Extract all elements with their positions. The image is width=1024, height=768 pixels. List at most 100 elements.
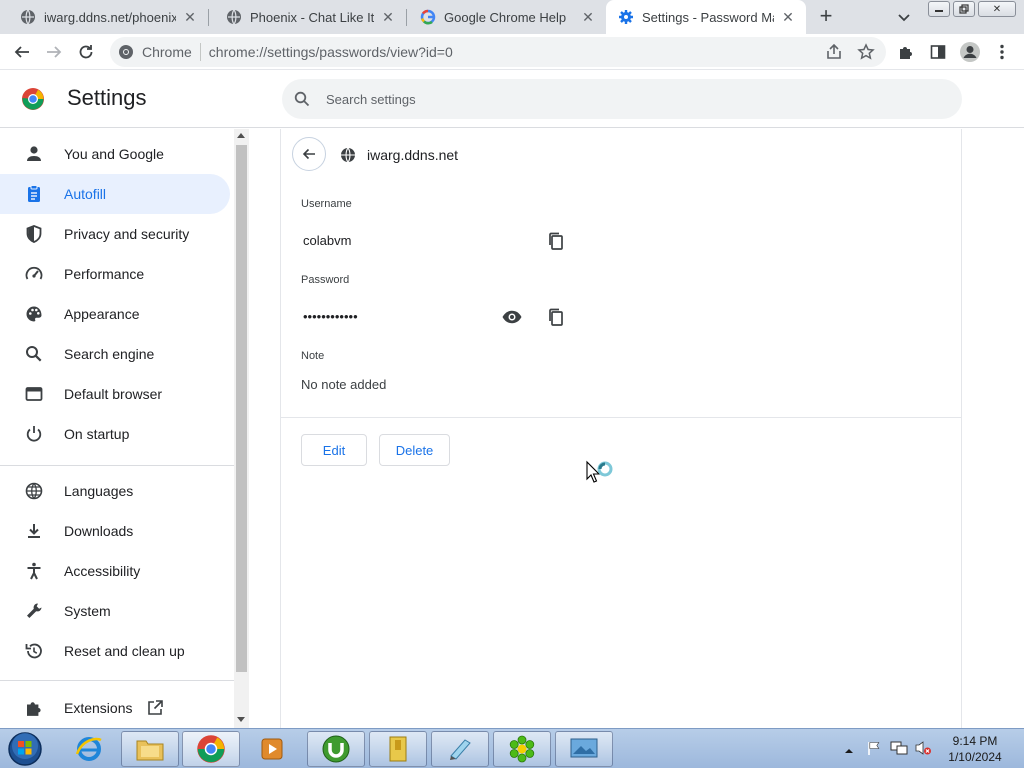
- taskbar-clock[interactable]: 9:14 PM 1/10/2024: [940, 733, 1010, 765]
- tab-iwarg[interactable]: iwarg.ddns.net/phoenix/p ✕: [0, 0, 208, 34]
- copy-password-icon[interactable]: [544, 305, 568, 329]
- sidebar-item-search-engine[interactable]: Search engine: [0, 334, 230, 374]
- sidebar-item-you-and-google[interactable]: You and Google: [0, 134, 230, 174]
- extensions-puzzle-icon[interactable]: [894, 40, 918, 64]
- icq-flower-icon[interactable]: [493, 731, 551, 767]
- site-chip-label: Chrome: [142, 44, 192, 60]
- person-icon: [24, 144, 44, 164]
- note-label: Note: [301, 350, 325, 362]
- url-text[interactable]: chrome://settings/passwords/view?id=0: [209, 44, 453, 60]
- speedometer-icon: [24, 264, 44, 284]
- site-name: iwarg.ddns.net: [367, 147, 459, 163]
- tab-phoenix[interactable]: Phoenix - Chat Like It's 19 ✕: [208, 0, 406, 34]
- sidebar-item-label: Default browser: [64, 386, 163, 402]
- sidebar-item-languages[interactable]: Languages: [0, 471, 230, 511]
- power-icon: [24, 424, 44, 444]
- close-icon[interactable]: ✕: [780, 9, 796, 25]
- action-center-flag-icon[interactable]: [866, 740, 882, 761]
- sidebar-scrollbar[interactable]: [234, 129, 249, 728]
- utorrent-icon[interactable]: [307, 731, 365, 767]
- settings-sidebar: You and Google Autofill Privacy and secu…: [0, 129, 234, 728]
- gear-icon: [618, 9, 634, 25]
- tab-settings[interactable]: Settings - Password Mana ✕: [606, 0, 806, 34]
- sidebar-item-performance[interactable]: Performance: [0, 254, 230, 294]
- sidebar-item-label: On startup: [64, 426, 130, 442]
- forward-arrow-icon[interactable]: [42, 40, 66, 64]
- open-in-new-icon[interactable]: [146, 699, 164, 717]
- show-password-eye-icon[interactable]: [500, 305, 524, 329]
- google-icon: [420, 9, 436, 25]
- back-arrow-icon[interactable]: [10, 40, 34, 64]
- side-panel-icon[interactable]: [926, 40, 950, 64]
- browser-window-icon: [24, 384, 44, 404]
- delete-button[interactable]: Delete: [379, 434, 450, 466]
- scroll-thumb[interactable]: [236, 145, 247, 672]
- tab-chrome-help[interactable]: Google Chrome Help ✕: [406, 0, 606, 34]
- windows-start-icon[interactable]: [6, 731, 44, 767]
- file-explorer-icon[interactable]: [121, 731, 179, 767]
- network-icon[interactable]: [890, 740, 908, 761]
- display-settings-icon[interactable]: [555, 731, 613, 767]
- internet-explorer-icon[interactable]: [60, 731, 118, 767]
- settings-header: Settings: [0, 70, 1024, 128]
- scroll-up-arrow[interactable]: [237, 133, 245, 138]
- password-value: ••••••••••••: [303, 309, 358, 324]
- puzzle-icon: [24, 698, 44, 718]
- bookmark-star-icon[interactable]: [854, 40, 878, 64]
- username-value: colabvm: [303, 233, 352, 248]
- accessibility-icon: [24, 561, 44, 581]
- palette-icon: [24, 304, 44, 324]
- edit-button[interactable]: Edit: [301, 434, 367, 466]
- sidebar-item-extensions[interactable]: Extensions: [0, 688, 230, 728]
- page-title: Settings: [67, 85, 147, 110]
- copy-username-icon[interactable]: [544, 229, 568, 253]
- close-icon[interactable]: ✕: [182, 9, 198, 25]
- chevron-down-icon[interactable]: [894, 7, 914, 27]
- archive-tool-icon[interactable]: [369, 731, 427, 767]
- back-button[interactable]: [292, 137, 326, 171]
- share-icon[interactable]: [822, 40, 846, 64]
- restore-icon: [24, 641, 44, 661]
- download-icon: [24, 521, 44, 541]
- sidebar-divider: [0, 680, 234, 681]
- kebab-menu-icon[interactable]: [990, 40, 1014, 64]
- scroll-down-arrow[interactable]: [237, 717, 245, 722]
- search-settings-box[interactable]: [282, 79, 962, 119]
- media-player-icon[interactable]: [243, 731, 301, 767]
- chrome-icon: [118, 44, 134, 60]
- new-tab-button[interactable]: +: [814, 5, 838, 29]
- sidebar-item-label: Privacy and security: [64, 226, 190, 242]
- show-hidden-icons-arrow-icon[interactable]: [844, 743, 854, 761]
- volume-muted-icon[interactable]: [914, 740, 932, 761]
- close-icon[interactable]: ✕: [380, 9, 396, 25]
- profile-avatar-icon[interactable]: [958, 40, 982, 64]
- windows-taskbar: 9:14 PM 1/10/2024: [0, 728, 1024, 768]
- sidebar-item-reset[interactable]: Reset and clean up: [0, 631, 230, 671]
- chrome-logo-icon: [21, 87, 45, 111]
- sidebar-item-appearance[interactable]: Appearance: [0, 294, 230, 334]
- sidebar-item-default-browser[interactable]: Default browser: [0, 374, 230, 414]
- minimize-button[interactable]: [928, 1, 950, 17]
- chrome-taskbar-icon[interactable]: [182, 731, 240, 767]
- sidebar-item-autofill[interactable]: Autofill: [0, 174, 230, 214]
- reload-icon[interactable]: [74, 40, 98, 64]
- sidebar-item-downloads[interactable]: Downloads: [0, 511, 230, 551]
- wrench-icon: [24, 601, 44, 621]
- search-input[interactable]: [326, 91, 926, 107]
- restore-button[interactable]: [953, 1, 975, 17]
- notepad-icon[interactable]: [431, 731, 489, 767]
- sidebar-divider: [0, 465, 234, 466]
- site-chip[interactable]: Chrome: [110, 44, 192, 60]
- sidebar-item-accessibility[interactable]: Accessibility: [0, 551, 230, 591]
- sidebar-item-label: Appearance: [64, 306, 140, 322]
- sidebar-item-system[interactable]: System: [0, 591, 230, 631]
- address-bar[interactable]: Chrome chrome://settings/passwords/view?…: [110, 37, 886, 67]
- sidebar-item-on-startup[interactable]: On startup: [0, 414, 230, 454]
- close-window-button[interactable]: ✕: [978, 1, 1016, 17]
- browser-toolbar: Chrome chrome://settings/passwords/view?…: [0, 34, 1024, 70]
- sidebar-item-label: Search engine: [64, 346, 155, 362]
- sidebar-item-label: Autofill: [64, 186, 107, 202]
- close-icon[interactable]: ✕: [580, 9, 596, 25]
- sidebar-item-label: Reset and clean up: [64, 643, 185, 659]
- sidebar-item-privacy[interactable]: Privacy and security: [0, 214, 230, 254]
